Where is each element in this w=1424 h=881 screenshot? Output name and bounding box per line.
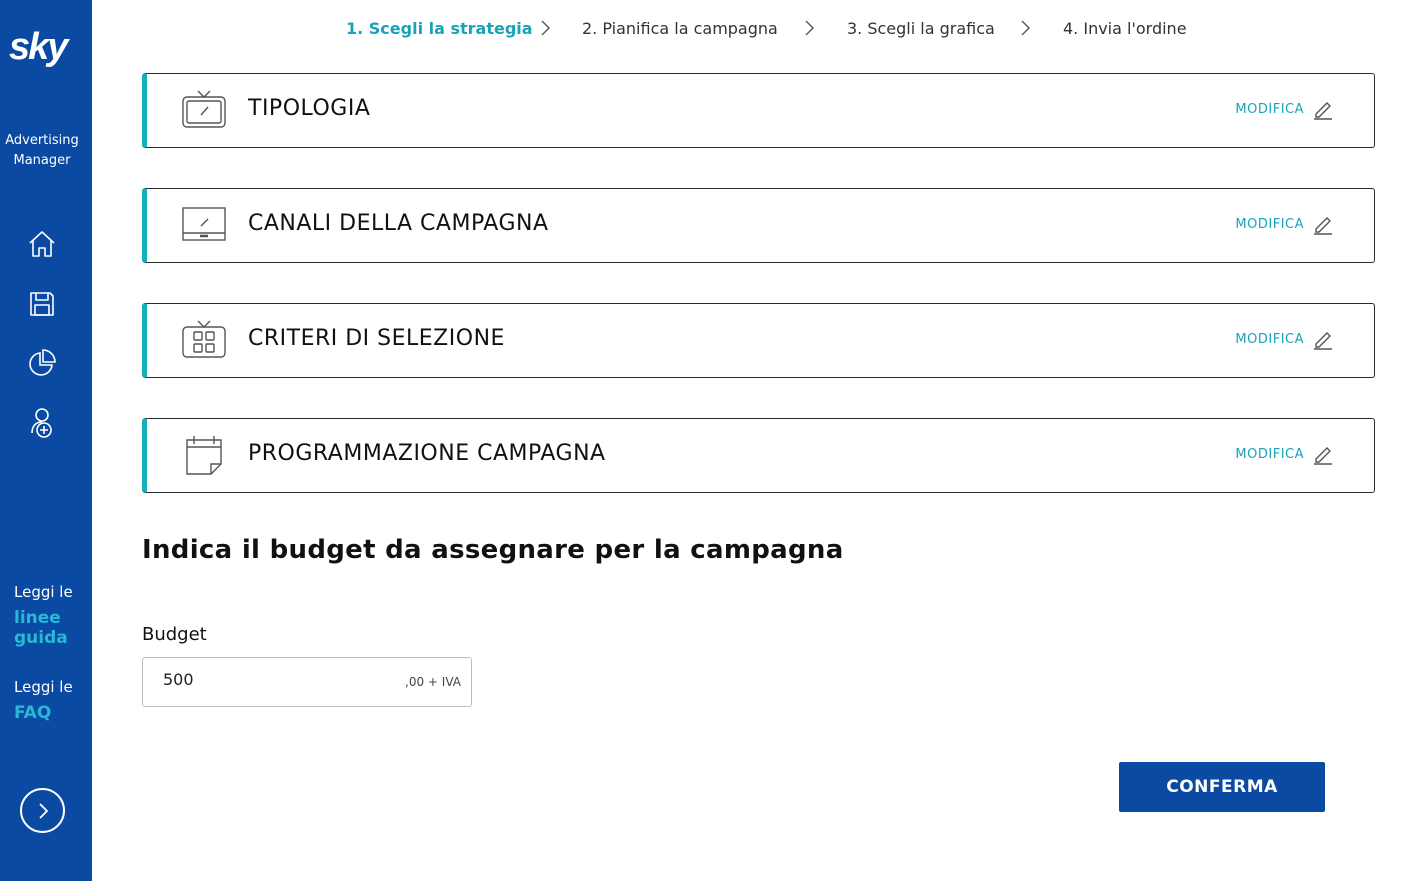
edit-label: MODIFICA [1235, 216, 1304, 232]
app-name: Advertising Manager [0, 131, 84, 171]
section-card-canali: CANALI DELLA CAMPAGNA MODIFICA [142, 188, 1375, 263]
wizard-steps: 1. Scegli la strategia 2. Pianifica la c… [92, 16, 1424, 42]
edit-label: MODIFICA [1235, 331, 1304, 347]
app-name-line2: Manager [13, 153, 71, 168]
chevron-right-icon [805, 20, 814, 36]
edit-button[interactable]: MODIFICA [1235, 443, 1334, 465]
chevron-right-icon [38, 802, 48, 819]
section-card-criteri: CRITERI DI SELEZIONE MODIFICA [142, 303, 1375, 378]
guidelines-link-line2[interactable]: guida [14, 628, 73, 648]
app-name-line1: Advertising [5, 133, 79, 148]
calendar-icon [186, 436, 222, 475]
tv-grid-icon [182, 320, 226, 358]
edit-label: MODIFICA [1235, 101, 1304, 117]
edit-button[interactable]: MODIFICA [1235, 213, 1334, 235]
budget-input[interactable] [163, 670, 383, 689]
monitor-icon [182, 207, 226, 241]
tv-icon [182, 90, 226, 128]
pie-chart-icon[interactable] [25, 346, 59, 380]
budget-label: Budget [142, 624, 207, 645]
section-card-programmazione: PROGRAMMAZIONE CAMPAGNA MODIFICA [142, 418, 1375, 493]
step-3[interactable]: 3. Scegli la grafica [847, 19, 995, 38]
chevron-right-icon [541, 20, 550, 36]
pencil-icon [1314, 102, 1332, 120]
user-add-icon[interactable] [25, 406, 59, 440]
budget-field: ,00 + IVA [142, 657, 472, 707]
section-card-tipologia: TIPOLOGIA MODIFICA [142, 73, 1375, 148]
sidebar: sky Advertising Manager Leggi le linee g… [0, 0, 92, 881]
step-1[interactable]: 1. Scegli la strategia [346, 19, 533, 38]
section-title: CANALI DELLA CAMPAGNA [248, 211, 549, 236]
step-4[interactable]: 4. Invia l'ordine [1063, 19, 1187, 38]
budget-heading: Indica il budget da assegnare per la cam… [142, 535, 844, 565]
faq-link[interactable]: FAQ [14, 703, 73, 723]
section-title: PROGRAMMAZIONE CAMPAGNA [248, 441, 606, 466]
section-title: CRITERI DI SELEZIONE [248, 326, 505, 351]
chevron-right-icon [1021, 20, 1030, 36]
pencil-icon [1314, 332, 1332, 350]
expand-sidebar-button[interactable] [20, 788, 65, 833]
save-icon[interactable] [25, 287, 59, 321]
pencil-icon [1314, 217, 1332, 235]
sky-logo[interactable]: sky [9, 26, 68, 69]
faq-block: Leggi le FAQ [14, 677, 73, 723]
guidelines-block: Leggi le linee guida [14, 582, 73, 648]
home-icon[interactable] [25, 227, 59, 261]
guidelines-prefix: Leggi le [14, 583, 73, 601]
edit-button[interactable]: MODIFICA [1235, 328, 1334, 350]
edit-button[interactable]: MODIFICA [1235, 98, 1334, 120]
edit-label: MODIFICA [1235, 446, 1304, 462]
faq-prefix: Leggi le [14, 678, 73, 696]
section-title: TIPOLOGIA [248, 96, 371, 121]
step-2[interactable]: 2. Pianifica la campagna [582, 19, 778, 38]
pencil-icon [1314, 447, 1332, 465]
budget-suffix: ,00 + IVA [405, 675, 461, 689]
confirm-button[interactable]: CONFERMA [1119, 762, 1325, 812]
guidelines-link-line1[interactable]: linee [14, 608, 73, 628]
